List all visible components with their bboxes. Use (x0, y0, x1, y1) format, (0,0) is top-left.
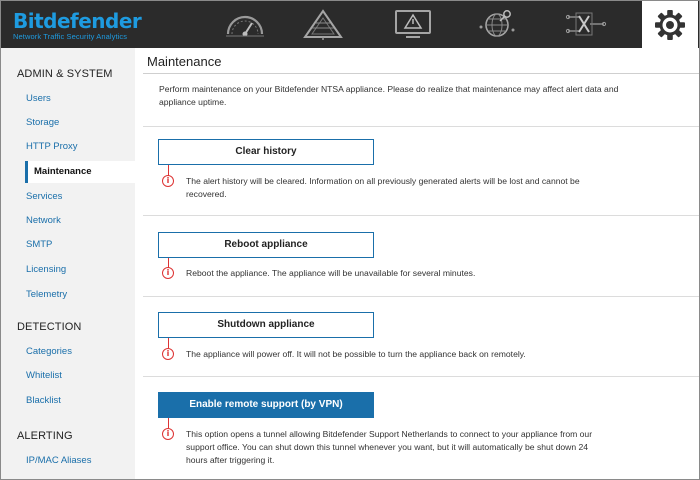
info-icon: i (162, 175, 174, 187)
top-navigation-bar: Bitdefender Network Traffic Security Ana… (1, 1, 699, 48)
sidebar-item-http-proxy[interactable]: HTTP Proxy (26, 141, 78, 152)
info-icon: i (162, 428, 174, 440)
sidebar-item-categories[interactable]: Categories (26, 346, 72, 357)
nav-settings[interactable] (642, 1, 698, 48)
sidebar-item-users[interactable]: Users (26, 93, 51, 104)
section-divider (143, 215, 699, 216)
sidebar-item-network[interactable]: Network (26, 215, 61, 226)
network-threat-icon (303, 9, 343, 40)
brand-logo[interactable]: Bitdefender Network Traffic Security Ana… (13, 9, 142, 41)
connector-line (168, 418, 169, 428)
sidebar-item-services[interactable]: Services (26, 191, 62, 202)
brand-tagline: Network Traffic Security Analytics (13, 32, 128, 41)
nav-threats[interactable] (295, 5, 351, 43)
nav-alerts[interactable] (385, 5, 441, 43)
info-icon: i (162, 267, 174, 279)
sidebar-section-detection: DETECTION (17, 321, 82, 333)
global-network-icon (479, 10, 515, 37)
section-divider (143, 376, 699, 377)
brand-name: Bitdefender (13, 9, 142, 33)
app-window: Bitdefender Network Traffic Security Ana… (0, 0, 700, 480)
nav-dashboard[interactable] (217, 5, 273, 43)
connector-line (168, 338, 169, 348)
sidebar-item-ip-mac-aliases[interactable]: IP/MAC Aliases (26, 455, 91, 466)
remote-support-description: This option opens a tunnel allowing Bitd… (186, 429, 593, 465)
sidebar-section-admin: ADMIN & SYSTEM (17, 68, 113, 80)
clear-history-description: The alert history will be cleared. Infor… (186, 176, 580, 199)
sidebar-item-blacklist[interactable]: Blacklist (26, 395, 61, 406)
info-icon: i (162, 348, 174, 360)
gear-icon (655, 9, 685, 40)
sidebar: ADMIN & SYSTEM Users Storage HTTP Proxy … (1, 48, 135, 479)
sidebar-section-alerting: ALERTING (17, 430, 73, 442)
circuit-investigation-icon (565, 12, 607, 36)
enable-remote-support-button[interactable]: Enable remote support (by VPN) (158, 392, 374, 418)
section-divider (143, 296, 699, 297)
sidebar-item-storage[interactable]: Storage (26, 117, 59, 128)
clear-history-button[interactable]: Clear history (158, 139, 374, 165)
shutdown-appliance-button[interactable]: Shutdown appliance (158, 312, 374, 338)
nav-network-map[interactable] (469, 5, 525, 43)
sidebar-item-telemetry[interactable]: Telemetry (26, 289, 67, 300)
sidebar-item-maintenance[interactable]: Maintenance (25, 161, 135, 183)
dashboard-gauge-icon (226, 15, 264, 37)
page-intro: Perform maintenance on your Bitdefender … (159, 84, 619, 107)
alert-monitor-icon (395, 10, 431, 38)
shutdown-appliance-description: The appliance will power off. It will no… (186, 349, 526, 359)
sidebar-item-licensing[interactable]: Licensing (26, 264, 66, 275)
reboot-appliance-description: Reboot the appliance. The appliance will… (186, 268, 476, 278)
section-divider (143, 126, 699, 127)
reboot-appliance-button[interactable]: Reboot appliance (158, 232, 374, 258)
sidebar-item-whitelist[interactable]: Whitelist (26, 370, 62, 381)
page-title: Maintenance (147, 54, 222, 69)
title-divider (143, 73, 699, 74)
sidebar-item-smtp[interactable]: SMTP (26, 239, 52, 250)
main-content: Maintenance Perform maintenance on your … (135, 48, 699, 479)
nav-investigation[interactable] (557, 5, 613, 43)
